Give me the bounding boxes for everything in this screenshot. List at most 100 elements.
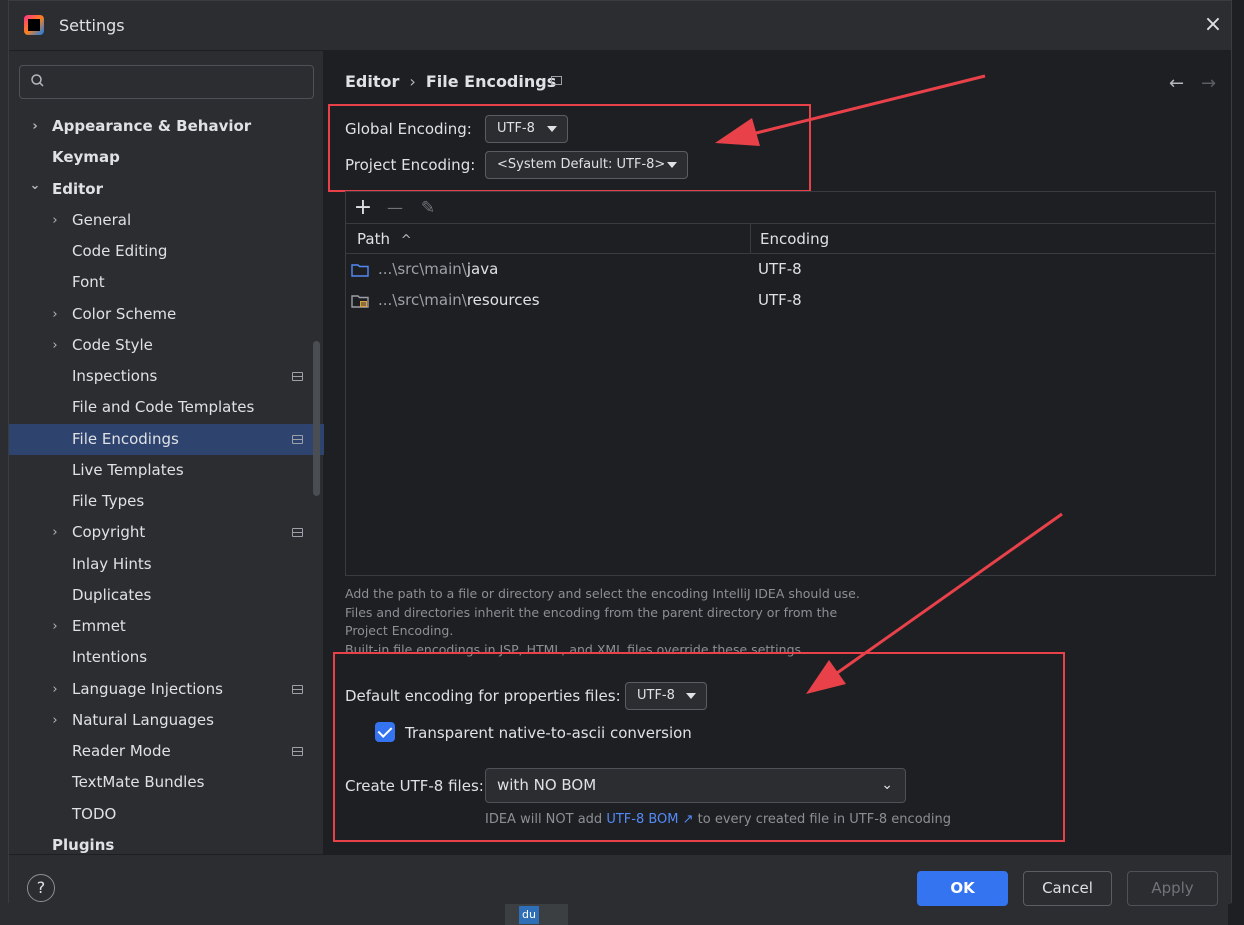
settings-dialog: Settings × › Appearance & Behavior Keymap ⌄… [8, 0, 1232, 906]
settings-sidebar: › Appearance & Behavior Keymap ⌄ Editor › Gene… [9, 51, 324, 854]
sidebar-item-label: Duplicates [72, 586, 152, 604]
sidebar-item-label: Editor [52, 180, 103, 198]
sidebar-item-label: Font [72, 273, 105, 291]
sidebar-item[interactable]: › Appearance & Behavior [9, 111, 324, 142]
sidebar-item-label: TextMate Bundles [72, 773, 205, 791]
title-bar: Settings × [9, 1, 1231, 51]
sidebar-item-label: Inlay Hints [72, 555, 152, 573]
sidebar-item[interactable]: › Copyright [9, 517, 324, 548]
taskbar-fragment: du [505, 903, 568, 925]
sidebar-item[interactable]: › Natural Languages [9, 705, 324, 736]
table-header: Path ^ Encoding [346, 224, 1215, 254]
chevron-right-icon[interactable]: › [48, 705, 62, 736]
path-prefix: ...\src\main\ [378, 260, 467, 278]
sidebar-item-label: Keymap [52, 148, 120, 166]
sidebar-item-label: Code Style [72, 336, 153, 354]
chevron-right-icon[interactable]: › [48, 205, 62, 236]
breadcrumb: Editor › File Encodings [345, 72, 556, 91]
sidebar-item[interactable]: › General [9, 205, 324, 236]
sidebar-item-label: Natural Languages [72, 711, 214, 729]
table-row[interactable]: ...\src\main\resources UTF-8 [346, 285, 1215, 316]
back-arrow-icon[interactable]: ← [1169, 73, 1184, 94]
chevron-right-icon[interactable]: › [48, 330, 62, 361]
annotation-box-bottom [333, 652, 1065, 842]
sidebar-item-label: Color Scheme [72, 305, 177, 323]
breadcrumb-parent[interactable]: Editor [345, 72, 399, 91]
settings-search-input[interactable] [19, 65, 314, 99]
project-level-icon [551, 76, 562, 85]
sidebar-item[interactable]: › Emmet [9, 611, 324, 642]
sidebar-item-label: Reader Mode [72, 742, 171, 760]
sidebar-item-label: Inspections [72, 367, 158, 385]
chevron-right-icon[interactable]: › [48, 674, 62, 705]
sort-ascending-icon: ^ [400, 233, 412, 248]
cancel-button[interactable]: Cancel [1023, 871, 1112, 906]
sidebar-item[interactable]: › Code Style [9, 330, 324, 361]
sidebar-item-label: Appearance & Behavior [52, 117, 252, 135]
column-divider[interactable] [750, 224, 751, 254]
sidebar-scrollbar[interactable] [313, 341, 320, 496]
sidebar-item[interactable]: File Types [9, 486, 324, 517]
sidebar-item[interactable]: Keymap [9, 142, 324, 173]
sidebar-item[interactable]: File and Code Templates [9, 392, 324, 423]
sidebar-item-label: Language Injections [72, 680, 223, 698]
help-line: Project Encoding. [345, 623, 454, 638]
sidebar-item[interactable]: Inspections [9, 361, 324, 392]
encoding-column-header[interactable]: Encoding [760, 224, 829, 254]
forward-arrow-icon[interactable]: → [1201, 73, 1216, 94]
sidebar-item[interactable]: ⌄ Editor [9, 174, 324, 205]
ok-button[interactable]: OK [917, 871, 1008, 906]
chevron-down-icon[interactable]: ⌄ [28, 170, 42, 201]
add-icon[interactable]: + [350, 195, 376, 221]
encoding-cell[interactable]: UTF-8 [758, 254, 802, 285]
folder-icon [351, 264, 369, 277]
sidebar-item[interactable]: File Encodings [9, 424, 324, 455]
close-icon[interactable]: × [1201, 13, 1225, 37]
sidebar-item[interactable]: TODO [9, 799, 324, 830]
sidebar-item[interactable]: TextMate Bundles [9, 767, 324, 798]
path-header-label: Path [357, 230, 390, 248]
sidebar-item[interactable]: › Color Scheme [9, 299, 324, 330]
sidebar-item[interactable]: Font [9, 267, 324, 298]
chevron-right-icon[interactable]: › [48, 517, 62, 548]
edit-icon[interactable]: ✎ [415, 195, 441, 221]
sidebar-item-label: TODO [72, 805, 117, 823]
path-column-header[interactable]: Path ^ [357, 224, 412, 254]
encoding-help-text: Add the path to a file or directory and … [345, 585, 865, 659]
table-row[interactable]: ...\src\main\java UTF-8 [346, 254, 1215, 285]
apply-button[interactable]: Apply [1127, 871, 1218, 906]
remove-icon[interactable]: — [382, 195, 408, 221]
path-prefix: ...\src\main\ [378, 291, 467, 309]
encoding-cell[interactable]: UTF-8 [758, 285, 802, 316]
app-badge-icon: du [519, 906, 539, 924]
project-level-icon [292, 747, 303, 756]
sidebar-item[interactable]: Reader Mode [9, 736, 324, 767]
chevron-right-icon[interactable]: › [48, 611, 62, 642]
file-encodings-panel: Editor › File Encodings ← → Global Encodin… [325, 51, 1231, 854]
project-level-icon [292, 435, 303, 444]
chevron-right-icon[interactable]: › [28, 111, 42, 142]
project-level-icon [292, 372, 303, 381]
sidebar-item[interactable]: Duplicates [9, 580, 324, 611]
table-toolbar: + — ✎ [346, 192, 1215, 224]
path-name: resources [466, 291, 540, 309]
sidebar-item-label: General [72, 211, 132, 229]
path-cell: ...\src\main\java [378, 254, 498, 285]
project-level-icon [292, 685, 303, 694]
sidebar-item[interactable]: › Language Injections [9, 674, 324, 705]
sidebar-item[interactable]: Live Templates [9, 455, 324, 486]
project-level-icon [292, 528, 303, 537]
sidebar-item-label: File Encodings [72, 430, 179, 448]
sidebar-item-label: Code Editing [72, 242, 168, 260]
annotation-box-top [328, 104, 811, 192]
path-cell: ...\src\main\resources [378, 285, 540, 316]
sidebar-item-label: Intentions [72, 648, 148, 666]
sidebar-item[interactable]: Inlay Hints [9, 549, 324, 580]
sidebar-item[interactable]: Code Editing [9, 236, 324, 267]
sidebar-item[interactable]: Intentions [9, 642, 324, 673]
desktop-background-left [0, 0, 8, 925]
chevron-right-icon[interactable]: › [48, 299, 62, 330]
sidebar-item-label: File Types [72, 492, 145, 510]
help-icon[interactable]: ? [27, 874, 55, 902]
path-name: java [466, 260, 499, 278]
